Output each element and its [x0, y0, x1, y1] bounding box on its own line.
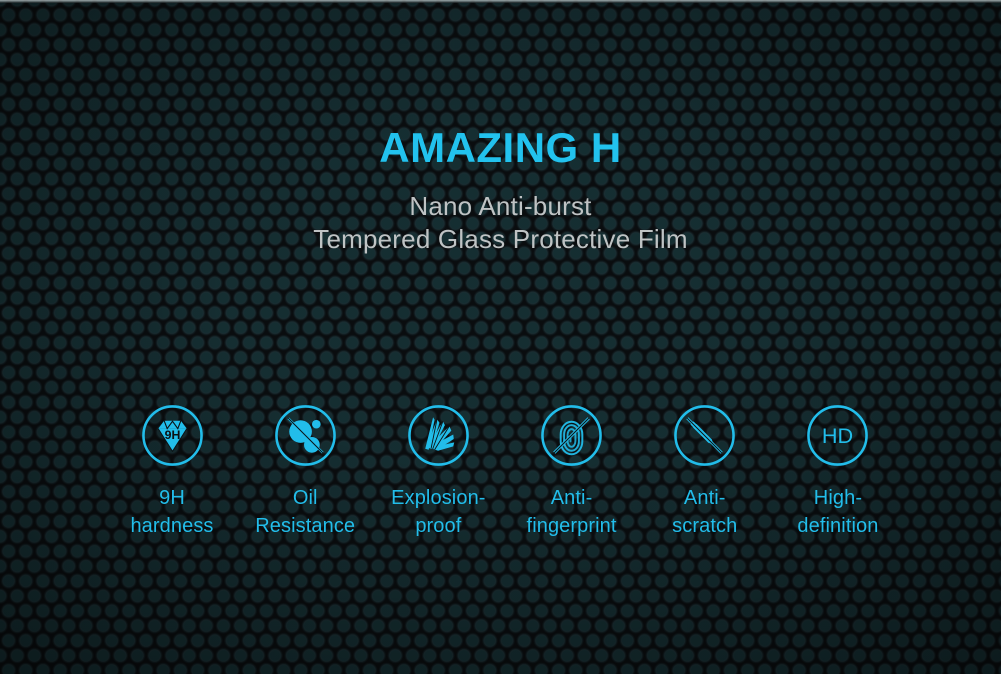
feature-item-anti-fingerprint: Anti- fingerprint — [510, 404, 634, 540]
hd-icon: HD — [807, 405, 869, 466]
feature-label-oil-resistance: Oil Resistance — [255, 487, 356, 537]
hd-badge-text: HD — [822, 423, 853, 448]
feature-label-anti-fingerprint: Anti- fingerprint — [526, 487, 617, 537]
feature-item-explosion-proof: Explosion- proof — [376, 404, 500, 540]
feature-label-explosion-proof: Explosion- proof — [391, 487, 486, 537]
top-edge-highlight — [0, 0, 1001, 3]
feature-label-high-definition: High- definition — [797, 487, 879, 537]
honeycomb-grid-lines — [0, 0, 1001, 674]
header-block: AMAZING H Nano Anti-burst Tempered Glass… — [0, 124, 1001, 256]
feature-item-9h-hardness: 9H 9H hardness — [110, 404, 234, 540]
feature-item-oil-resistance: Oil Resistance — [243, 404, 367, 540]
feature-item-anti-scratch: Anti- scratch — [643, 404, 767, 540]
shattered-glass-icon — [408, 405, 469, 466]
feature-item-high-definition: HD High- definition — [776, 404, 900, 540]
oil-droplet-icon — [274, 405, 336, 466]
9h-diamond-icon: 9H — [141, 405, 203, 466]
feature-list: 9H 9H hardness Oil Resistance Explosion-… — [110, 404, 900, 540]
subtitle-line-2: Tempered Glass Protective Film — [313, 224, 688, 255]
feature-label-9h-hardness: 9H hardness — [130, 487, 214, 537]
subtitle-block: Nano Anti-burst Tempered Glass Protectiv… — [0, 190, 1001, 256]
subtitle-line-1: Nano Anti-burst — [409, 191, 592, 222]
knife-blocked-icon — [674, 405, 736, 466]
page-title: AMAZING H — [379, 124, 622, 171]
fingerprint-blocked-icon — [541, 405, 602, 466]
product-poster: AMAZING H Nano Anti-burst Tempered Glass… — [0, 0, 1001, 674]
9h-badge-text: 9H — [164, 428, 180, 442]
feature-label-anti-scratch: Anti- scratch — [672, 487, 738, 537]
